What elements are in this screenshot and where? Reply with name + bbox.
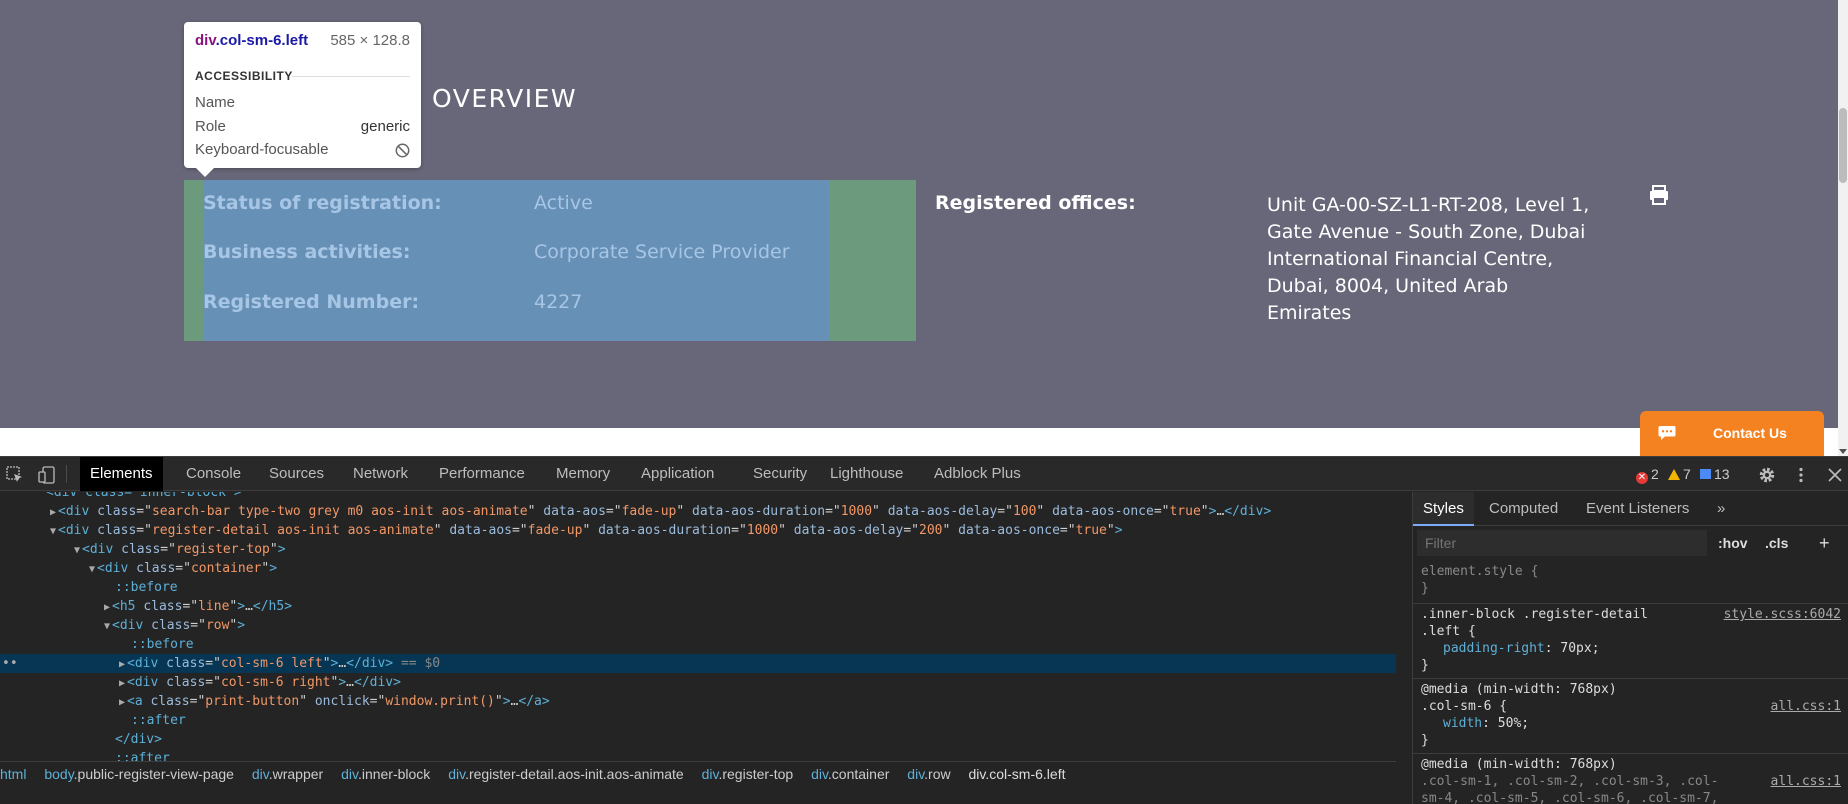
breadcrumb-item[interactable]: div.inner-block [341, 762, 430, 786]
breadcrumb: html body.public-register-view-page div.… [0, 761, 1396, 785]
style-source-link[interactable]: all.css:1 [1771, 773, 1841, 790]
message-icon [1700, 469, 1711, 479]
page-scrollbar[interactable] [1838, 0, 1848, 456]
tab-elements[interactable]: Elements [80, 457, 163, 491]
rule-divider [1413, 603, 1848, 604]
breadcrumb-item-current[interactable]: div.col-sm-6.left [969, 762, 1066, 786]
new-rule-button[interactable]: + [1819, 530, 1830, 556]
tab-computed[interactable]: Computed [1479, 492, 1568, 526]
breadcrumb-item[interactable]: body.public-register-view-page [44, 762, 234, 786]
tab-lighthouse[interactable]: Lighthouse [820, 457, 913, 491]
tooltip-role-key: Role [195, 118, 226, 135]
dom-node-register-top[interactable]: ▼ <div class="register-top"> [0, 540, 1396, 559]
business-activities-value: Corporate Service Provider [534, 241, 790, 263]
chat-bubble-icon [1658, 425, 1676, 441]
dom-node-row[interactable]: ▼ <div class="row"> [0, 616, 1396, 635]
registered-number-label: Registered Number: [203, 291, 420, 313]
tab-adblock-plus[interactable]: Adblock Plus [924, 457, 1031, 491]
styles-pane: Styles Computed Event Listeners » :hov .… [1412, 492, 1848, 804]
style-source-link[interactable]: all.css:1 [1771, 698, 1841, 715]
tab-console[interactable]: Console [176, 457, 251, 491]
contact-us-button[interactable]: Contact Us [1640, 411, 1824, 456]
rule-divider [1413, 753, 1848, 754]
inspect-element-icon[interactable] [6, 466, 24, 484]
dom-node-before[interactable]: ::before [0, 578, 1396, 597]
element-style-rule[interactable]: element.style { } [1421, 563, 1841, 597]
style-rule-col-sm-6[interactable]: @media (min-width: 768px) .col-sm-6 { wi… [1421, 681, 1841, 749]
business-activities-label: Business activities: [203, 241, 411, 263]
dom-node-register-detail[interactable]: ▼ <div class="register-detail aos-init ao… [0, 521, 1396, 540]
dom-node-col-sm-6-left-selected[interactable]: •• ▶ <div class="col-sm-6 left">…</div> ==… [0, 654, 1396, 673]
overview-heading: OVERVIEW [432, 84, 578, 113]
warning-icon [1668, 469, 1680, 480]
more-options-icon[interactable] [1792, 466, 1810, 484]
hover-state-toggle[interactable]: :hov [1718, 530, 1748, 556]
dom-node-row-close[interactable]: </div> [0, 730, 1396, 749]
class-toggle[interactable]: .cls [1765, 530, 1788, 556]
breadcrumb-item[interactable]: div.register-top [702, 762, 794, 786]
page-scrollbar-thumb[interactable] [1839, 108, 1847, 183]
breadcrumb-item[interactable]: div.row [907, 762, 950, 786]
contact-us-label: Contact Us [1713, 425, 1787, 441]
rule-divider [1413, 678, 1848, 679]
dom-node-row-before[interactable]: ::before [0, 635, 1396, 654]
tooltip-focusable-key: Keyboard-focusable [195, 141, 329, 158]
style-source-link[interactable]: style.scss:6042 [1724, 606, 1841, 623]
devtools-panel: Elements Console Sources Network Perform… [0, 456, 1848, 804]
breadcrumb-item[interactable]: div.register-detail.aos-init.aos-animate [448, 762, 684, 786]
dom-node-row-after[interactable]: ::after [0, 711, 1396, 730]
registered-number-value: 4227 [534, 291, 583, 313]
tooltip-name-key: Name [195, 94, 236, 111]
message-count[interactable]: 13 [1700, 457, 1730, 491]
status-label: Status of registration: [203, 192, 442, 214]
toolbar-divider [66, 465, 67, 483]
tab-security[interactable]: Security [743, 457, 817, 491]
dom-node-col-sm-6-right[interactable]: ▶ <div class="col-sm-6 right">…</div> [0, 673, 1396, 692]
page-footer-area [0, 428, 1848, 456]
tab-application[interactable]: Application [631, 457, 724, 491]
style-rule-col-sm-all[interactable]: @media (min-width: 768px) .col-sm-1, .co… [1421, 756, 1841, 804]
tab-network[interactable]: Network [343, 457, 418, 491]
tab-sources[interactable]: Sources [259, 457, 334, 491]
breadcrumb-item[interactable]: html [0, 762, 26, 786]
page-viewport: OVERVIEW Status of registration: Active … [0, 0, 1848, 456]
tab-styles[interactable]: Styles [1413, 492, 1474, 526]
printer-icon[interactable] [1648, 184, 1670, 206]
dom-node-container[interactable]: ▼ <div class="container"> [0, 559, 1396, 578]
breadcrumb-item[interactable]: div.wrapper [252, 762, 323, 786]
breadcrumb-item[interactable]: div.container [811, 762, 889, 786]
scroll-down-arrow-icon[interactable] [1839, 449, 1847, 454]
close-icon[interactable] [1826, 466, 1844, 484]
tab-event-listeners[interactable]: Event Listeners [1576, 492, 1699, 526]
tooltip-dimensions: 585 × 128.8 [330, 32, 410, 49]
gear-icon[interactable] [1758, 466, 1776, 484]
tab-memory[interactable]: Memory [546, 457, 620, 491]
device-toolbar-icon[interactable] [38, 466, 56, 484]
tab-performance[interactable]: Performance [429, 457, 535, 491]
devtools-tabbar: Elements Console Sources Network Perform… [0, 457, 1848, 491]
inspect-tooltip: div.col-sm-6.left 585 × 128.8 ACCESSIBIL… [184, 22, 421, 177]
tooltip-section-title: ACCESSIBILITY [195, 69, 293, 83]
dom-node-h5-line[interactable]: ▶ <h5 class="line">…</h5> [0, 597, 1396, 616]
dom-tree: <div class="inner-block"> ▶ <div class="s… [0, 492, 1396, 762]
tooltip-divider [292, 76, 410, 77]
styles-filter-input[interactable] [1417, 530, 1707, 556]
error-icon: ✕ [1636, 472, 1648, 484]
warning-count[interactable]: 7 [1668, 457, 1691, 491]
status-value: Active [534, 192, 593, 214]
registered-offices-address: Unit GA-00-SZ-L1-RT-208, Level 1, Gate A… [1267, 194, 1590, 324]
tooltip-role-value: generic [360, 118, 410, 135]
dom-node-inner-block[interactable]: <div class="inner-block"> [0, 492, 1396, 502]
style-rule-register-detail-left[interactable]: .inner-block .register-detail .left { pa… [1421, 606, 1841, 674]
dom-node-print-button[interactable]: ▶ <a class="print-button" onclick="window… [0, 692, 1396, 711]
more-tabs-icon[interactable]: » [1707, 492, 1735, 526]
error-count[interactable]: ✕ 2 [1636, 457, 1659, 491]
not-allowed-icon [395, 143, 410, 158]
styles-tabbar: Styles Computed Event Listeners » [1413, 492, 1848, 526]
tooltip-selector: div.col-sm-6.left [195, 32, 309, 49]
registered-offices-label: Registered offices: [935, 192, 1136, 214]
dom-node-search-bar[interactable]: ▶ <div class="search-bar type-two grey m0… [0, 502, 1396, 521]
